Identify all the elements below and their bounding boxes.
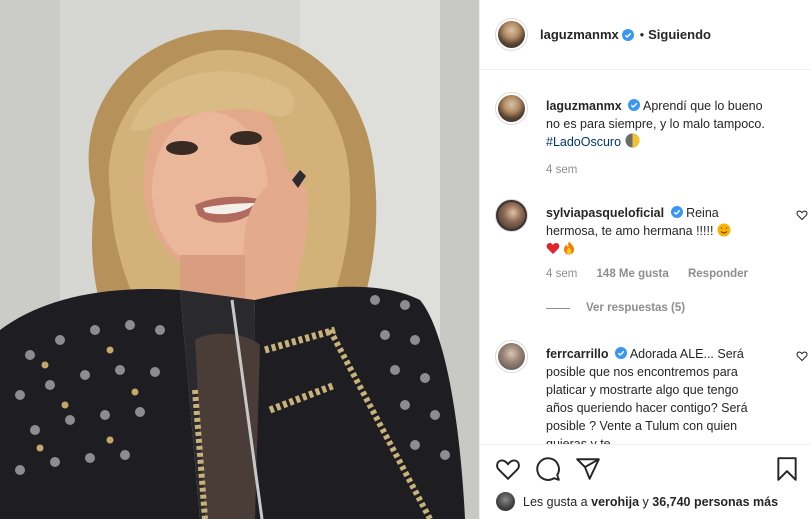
verified-badge-icon [615, 347, 628, 359]
caption-time: 4 sem [546, 164, 578, 176]
caption-meta: 4 sem [546, 164, 593, 176]
comment-username[interactable]: ferrcarrillo [546, 347, 609, 361]
verified-badge-icon [621, 28, 634, 41]
verified-badge-icon [628, 99, 641, 111]
follow-status-button[interactable]: Siguiendo [648, 27, 711, 42]
last-quarter-moon-emoji-icon [625, 133, 640, 148]
comment-like-heart-icon[interactable] [796, 350, 808, 362]
profile-avatar[interactable] [495, 18, 528, 51]
comment-like-count[interactable]: 148 Me gusta [597, 268, 669, 280]
post-header: laguzmanmx • Siguiendo [480, 0, 811, 70]
comment-avatar[interactable] [495, 340, 528, 373]
replies-divider [546, 307, 570, 309]
bookmark-icon[interactable] [774, 456, 800, 482]
instagram-post: laguzmanmx • Siguiendo laguzmanmx Aprend… [0, 0, 811, 519]
header-separator: • [639, 27, 645, 42]
liker-username[interactable]: verohija [591, 495, 639, 509]
comments-list[interactable]: laguzmanmx Aprendí que lo bueno no es pa… [480, 71, 811, 444]
likes-prefix: Les gusta a [523, 494, 588, 509]
likes-middle: y [642, 494, 649, 509]
comment-avatar[interactable] [495, 199, 528, 232]
header-username[interactable]: laguzmanmx [540, 27, 619, 42]
verified-badge-icon [670, 206, 683, 218]
comment-time: 4 sem [546, 268, 578, 280]
caption-hashtag[interactable]: #LadoOscuro [546, 135, 621, 149]
caption-avatar[interactable] [495, 92, 528, 125]
post-actions: Les gusta a verohija y 36,740 personas m… [480, 444, 811, 519]
comment-username[interactable]: sylviapasqueloficial [546, 206, 664, 220]
comment-icon[interactable] [535, 456, 561, 482]
likes-count[interactable]: 36,740 personas más [652, 495, 778, 509]
view-replies-button[interactable]: Ver respuestas (5) [546, 302, 685, 314]
comment-like-heart-icon[interactable] [796, 209, 808, 221]
post-side-panel: laguzmanmx • Siguiendo laguzmanmx Aprend… [479, 0, 811, 519]
heart-icon[interactable] [495, 456, 521, 482]
post-photo-illustration [0, 0, 479, 519]
liker-avatar[interactable] [496, 492, 515, 511]
caption-username[interactable]: laguzmanmx [546, 99, 622, 113]
likes-summary[interactable]: Les gusta a verohija y 36,740 personas m… [496, 492, 778, 511]
comment-text: Adorada ALE... Será posible que nos enco… [546, 347, 748, 444]
red-heart-emoji-icon [546, 242, 560, 254]
fire-emoji-icon [564, 241, 575, 255]
post-photo[interactable] [0, 0, 479, 519]
reply-button[interactable]: Responder [688, 268, 748, 280]
share-icon[interactable] [575, 456, 601, 482]
view-replies-label: Ver respuestas (5) [586, 302, 686, 314]
comment-meta: 4 sem 148 Me gusta Responder [546, 268, 748, 280]
heart-eyes-emoji-icon [717, 223, 731, 237]
